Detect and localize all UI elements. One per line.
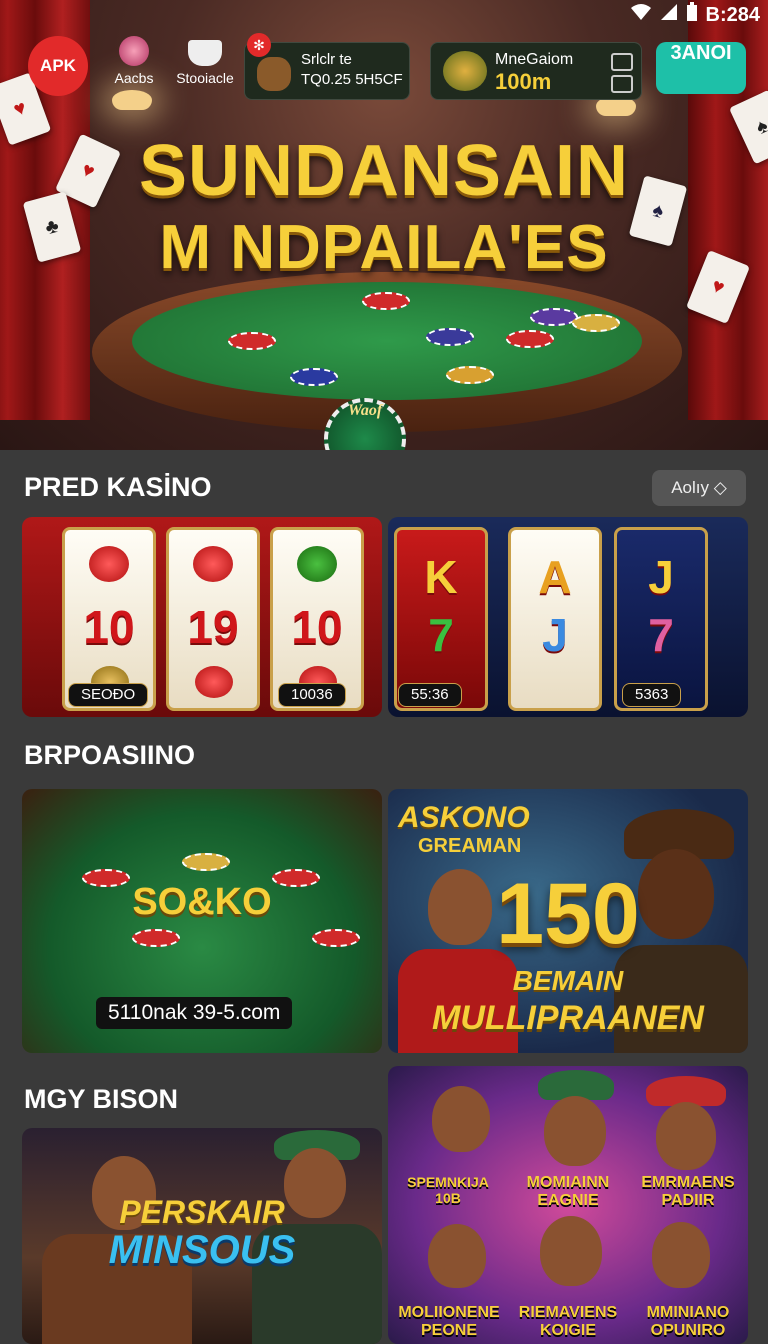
badge-icon: ✻ (247, 33, 271, 57)
promo-left[interactable]: ✻ Srlclr te TQ0.25 5H5CF (244, 33, 410, 100)
reel-value: J (542, 609, 568, 661)
lamp-icon (112, 90, 152, 110)
section-title-brpo: BRPOASIINO (24, 740, 196, 770)
cup-icon (188, 40, 222, 66)
promo-right-line2: 100m (495, 69, 552, 94)
grape-icon (193, 546, 233, 582)
see-all-button[interactable]: Aolıy ◇ (652, 470, 746, 506)
status-bar: B:284 (560, 2, 760, 28)
nav-item-aacbs[interactable]: Aacbs (106, 36, 162, 86)
game-card-line2: MINSOUS (108, 1228, 296, 1272)
game-card-promo-150[interactable]: ASKONO GREAMAN 150 BEMAIN MULLIPRAANEN (388, 789, 748, 1053)
promo-bottom: MULLIPRAANEN (432, 999, 704, 1037)
chip (572, 314, 620, 332)
person-avatar (428, 1224, 486, 1288)
battery-icon (686, 2, 698, 28)
reel-value: 10 (83, 601, 135, 653)
game-card-multiplayer[interactable]: SPEMNKIJA 10B MOMIAINN EAGNIE EMRMAENS P… (388, 1066, 748, 1344)
game-card-line1: PERSKAIR (119, 1194, 285, 1230)
person-avatar (540, 1216, 602, 1286)
cherry-icon (89, 546, 129, 582)
promo-top2: GREAMAN (418, 835, 522, 857)
chip (530, 308, 578, 326)
wifi-icon (630, 3, 652, 27)
slot-label: 10036 (278, 683, 346, 707)
nav-item-label: Aacbs (114, 70, 154, 86)
cherry-icon (195, 666, 233, 698)
peach-icon (119, 36, 149, 66)
player-badge: MOMIAINN EAGNIE (526, 1174, 610, 1209)
squirrel-icon (257, 57, 291, 91)
chip (228, 332, 276, 350)
frog-icon (443, 51, 487, 91)
person-avatar (432, 1086, 490, 1152)
chip (446, 366, 494, 384)
promo-right[interactable]: MneGaiom 100m (430, 42, 642, 100)
nav-item-stooiacle[interactable]: Stooiacle (172, 36, 238, 86)
promo-big-number: 150 (496, 866, 640, 962)
slot-tile-1[interactable]: 10 19 10 SEOĐO 10036 (22, 517, 382, 717)
player-name: RIEMAVIENS KOIGIE (518, 1304, 618, 1339)
reel-value: 10 (291, 601, 343, 653)
chevron-icon: ◇ (713, 478, 727, 497)
chip (132, 929, 180, 947)
app-logo[interactable]: APK (28, 36, 88, 96)
game-card-title: SO&KO (132, 881, 272, 923)
chip (362, 292, 410, 310)
player-badge: SPEMNKIJA 10B (407, 1174, 489, 1206)
see-all-label: Aolıy (671, 478, 709, 497)
person-avatar (652, 1222, 710, 1288)
reel-letter: K (424, 551, 458, 603)
player-badge: EMRMAENS PADIIR (641, 1174, 735, 1209)
game-card-perskair[interactable]: PERSKAIR MINSOUS (22, 1128, 382, 1344)
reel-value: 7 (428, 609, 454, 661)
promo-top1: ASKONO (398, 801, 530, 834)
game-card-soko[interactable]: SO&KO 5110nak 39-5.com (22, 789, 382, 1053)
chip (182, 853, 230, 871)
promo-right-line1: MneGaiom (495, 51, 574, 68)
promo-left-line2: TQ0.25 5H5CF (301, 71, 403, 88)
section-title-mgy: MGY BISON (24, 1084, 179, 1114)
reel-value: 7 (648, 609, 674, 661)
game-card-caption: 5110nak 39-5.com (96, 997, 293, 1029)
promo-sub: BEMAIN (512, 965, 624, 996)
chip (312, 929, 360, 947)
reel-letter: A (538, 551, 572, 603)
slot-label: SEOĐO (68, 683, 149, 707)
promo-left-line1: Srlclr te (301, 51, 352, 68)
person-avatar (656, 1102, 716, 1170)
snake-icon (297, 546, 337, 582)
person-avatar (544, 1096, 606, 1166)
chip (290, 368, 338, 386)
action-button[interactable]: 3ANOI (656, 42, 746, 94)
slot-tile-2[interactable]: K 7 A J J 7 55:36 5363 (388, 517, 748, 717)
clock: B:284 (705, 3, 760, 26)
section-title-pred: PRED KASİNO (24, 472, 212, 502)
player-name: MMINIANO OPUNIRO (646, 1304, 730, 1339)
reel-letter: J (648, 551, 674, 603)
player-name: MOLIIONENE PEONE (398, 1304, 500, 1339)
square-icon (611, 53, 633, 71)
hero-title-line2: M NDPAILA'ES (159, 213, 609, 282)
signal-icon (660, 3, 678, 27)
nav-item-label: Stooiacle (176, 70, 234, 86)
reel: 19 (166, 527, 260, 711)
square-icon (611, 75, 633, 93)
reel-value: 19 (187, 601, 239, 653)
slot-label: 5363 (622, 683, 682, 707)
chip (506, 330, 554, 348)
slot-label: 55:36 (398, 683, 462, 707)
reel: A J (508, 527, 602, 711)
hero-title-line1: SUNDANSAIN (138, 131, 630, 211)
chip (426, 328, 474, 346)
